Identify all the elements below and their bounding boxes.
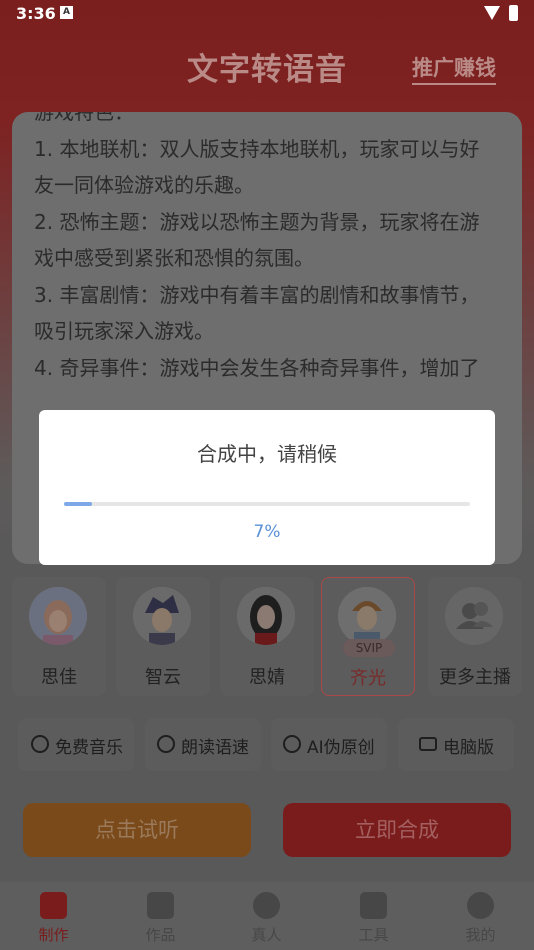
promo-link[interactable]: 推广赚钱: [412, 52, 496, 85]
tool-label: 免费音乐: [55, 738, 123, 758]
anchor-item-qiguang[interactable]: SVIP 齐光: [321, 577, 415, 696]
text-line: 游戏特色：: [34, 112, 134, 124]
anchor-name: 思佳: [41, 667, 77, 688]
tool-row: 免费音乐 朗读语速 AI伪原创 电脑版: [18, 718, 518, 772]
status-time: 3:36: [16, 4, 56, 23]
anchor-name: 智云: [145, 667, 181, 688]
text-line: 吸引玩家深入游戏。: [34, 319, 214, 343]
text-line: 2. 恐怖主题：游戏以恐怖主题为背景，玩家将在游: [34, 209, 480, 234]
synthesize-button[interactable]: 立即合成: [283, 803, 511, 857]
text-line: 4. 奇异事件：游戏中会发生各种奇异事件，增加了: [34, 355, 480, 380]
notification-icon: A: [60, 6, 73, 19]
avatar: [133, 587, 191, 645]
anchor-item-sijia[interactable]: 思佳: [12, 577, 106, 696]
people-icon: [445, 587, 503, 645]
music-note-icon: [31, 735, 49, 753]
anchor-name: 齐光: [350, 668, 386, 689]
avatar: [29, 587, 87, 645]
progress-track: [64, 502, 470, 506]
wifi-icon: [484, 6, 500, 20]
dialog-title: 合成中，请稍候: [197, 442, 337, 466]
text-content: 游戏特色： 1. 本地联机：双人版支持本地联机，玩家可以与好 友一同体验游戏的乐…: [34, 112, 502, 386]
synthesis-progress-dialog: 合成中，请稍候 7%: [39, 410, 495, 565]
anchor-name: 思婧: [249, 667, 285, 688]
tab-tools[interactable]: 工具: [320, 882, 427, 950]
home-icon: [40, 892, 67, 919]
tab-label: 真人: [251, 926, 282, 944]
progress-fill: [64, 502, 93, 506]
tool-label: 电脑版: [443, 738, 494, 758]
tab-label: 我的: [465, 926, 496, 944]
folder-icon: [147, 892, 174, 919]
tab-label: 作品: [145, 926, 176, 944]
svip-badge: SVIP: [343, 639, 395, 657]
text-line: 戏中感受到紧张和恐惧的氛围。: [34, 246, 314, 270]
read-speed-button[interactable]: 朗读语速: [145, 718, 261, 771]
tab-make[interactable]: 制作: [0, 882, 107, 950]
anchor-item-more[interactable]: 更多主播: [428, 577, 522, 696]
bottom-tab-bar: 制作 作品 真人 工具 我的: [0, 882, 534, 950]
tab-real-voice[interactable]: 真人: [213, 882, 320, 950]
toolbox-icon: [360, 892, 387, 919]
anchor-item-zhiyun[interactable]: 智云: [116, 577, 210, 696]
waveform-icon: [157, 735, 175, 753]
tool-label: 朗读语速: [181, 738, 249, 758]
text-line: 1. 本地联机：双人版支持本地联机，玩家可以与好: [34, 136, 480, 161]
text-line: 3. 丰富剧情：游戏中有着丰富的剧情和故事情节，: [34, 282, 480, 307]
status-bar: 3:36 A: [0, 0, 534, 28]
anchor-item-sijing[interactable]: 思婧: [220, 577, 314, 696]
people-icon: [253, 892, 280, 919]
tab-mine[interactable]: 我的: [427, 882, 534, 950]
profile-icon: [467, 892, 494, 919]
pc-version-button[interactable]: 电脑版: [398, 718, 514, 771]
ai-icon: [283, 735, 301, 753]
ai-rewrite-button[interactable]: AI伪原创: [271, 718, 387, 771]
avatar: [338, 587, 396, 645]
listen-button[interactable]: 点击试听: [23, 803, 251, 857]
anchor-list: 思佳 智云 思婧 SVIP 齐光 更多主播: [12, 577, 522, 697]
battery-icon: [509, 5, 518, 21]
tab-label: 工具: [358, 926, 389, 944]
progress-percent: 7%: [253, 522, 281, 542]
free-music-button[interactable]: 免费音乐: [18, 718, 134, 771]
tab-label: 制作: [38, 926, 69, 944]
text-line: 友一同体验游戏的乐趣。: [34, 173, 254, 197]
monitor-icon: [419, 737, 437, 751]
tool-label: AI伪原创: [307, 738, 375, 758]
anchor-name: 更多主播: [439, 667, 511, 688]
tab-works[interactable]: 作品: [107, 882, 214, 950]
avatar: [237, 587, 295, 645]
